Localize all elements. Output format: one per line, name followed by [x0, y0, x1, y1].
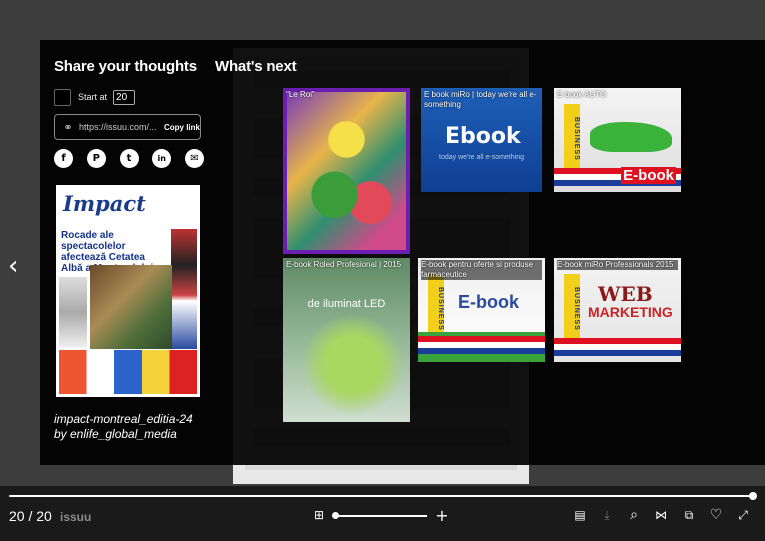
thumb-ebook-text: Ebook — [445, 124, 521, 149]
zoom-slider[interactable] — [332, 512, 427, 519]
cover-main-photo — [90, 265, 172, 349]
cover-masthead: Impact — [59, 188, 197, 218]
thumb-ebook-green: E-book — [458, 292, 519, 312]
previous-page-arrow-icon[interactable]: ‹ — [8, 253, 18, 279]
thumb-web-word: WEB — [598, 282, 653, 306]
next-item-label: E-book AUTO — [557, 90, 607, 99]
facebook-icon[interactable]: f — [54, 149, 73, 168]
whats-next-title: What's next — [215, 58, 297, 75]
thumb-art — [283, 258, 410, 422]
zoom-in-icon[interactable]: + — [433, 506, 451, 525]
pinterest-icon[interactable]: P — [86, 149, 106, 168]
next-item-ebook-miro[interactable]: E book miRo | today we're all e-somethin… — [421, 88, 542, 192]
share-icon[interactable]: ⋈ — [652, 506, 670, 524]
issuu-logo[interactable]: issuu — [60, 510, 91, 524]
share-link-box[interactable]: ⚭ https://issuu.com/... Copy link — [54, 114, 201, 140]
reader-mode-icon[interactable]: ▤ — [571, 506, 589, 524]
page-counter: 20 / 20 — [9, 508, 52, 524]
zoom-slider-knob[interactable] — [332, 512, 339, 519]
next-item-miro-professionals[interactable]: BUSINESS WEB MARKETING E-book miRo Profe… — [554, 258, 681, 362]
next-item-le-roi[interactable]: "Le Roi" — [283, 88, 410, 254]
next-item-label: "Le Roi" — [286, 90, 315, 99]
page-layout-icon[interactable]: ⧉ — [680, 506, 698, 524]
end-of-document-overlay: Share your thoughts What's next Start at… — [40, 40, 765, 465]
thumb-business-band: BUSINESS — [564, 104, 580, 174]
publication-cover[interactable]: Impact Rocade ale spectacolelor afecteaz… — [56, 185, 200, 397]
link-icon: ⚭ — [63, 121, 73, 134]
download-icon[interactable]: ⤓ — [598, 506, 616, 524]
next-item-ebook-auto[interactable]: BUSINESS E-book E-book AUTO — [554, 88, 681, 192]
thumb-ebook-red: E-book — [621, 167, 676, 184]
thumb-business-band: BUSINESS — [564, 274, 580, 344]
thumb-flag — [418, 336, 545, 354]
reader-toolbar: 20 / 20 issuu ⊞ + ▤ ⤓ ⌕ ⋈ ⧉ ♡ ⤢ — [0, 486, 765, 541]
page-progress-bar[interactable] — [9, 492, 757, 500]
cover-left-ads — [59, 277, 87, 347]
next-item-label: E-book Roled Profesional | 2015 — [286, 260, 402, 269]
copy-link-button[interactable]: Copy link — [164, 123, 200, 132]
next-item-label: E-book pentru oferte si produse farmaceu… — [421, 260, 542, 280]
next-item-label: E book miRo | today we're all e-somethin… — [424, 90, 537, 109]
start-at-label: Start at — [78, 92, 108, 102]
thumb-art — [283, 88, 410, 254]
social-share-row: f P t in ✉ — [54, 149, 204, 168]
start-page-input[interactable]: 20 — [113, 89, 136, 105]
email-icon[interactable]: ✉ — [185, 149, 204, 168]
publication-name: impact-montreal_editia-24 — [54, 412, 193, 426]
grid-view-icon[interactable]: ⊞ — [310, 506, 328, 524]
progress-knob[interactable] — [749, 492, 757, 500]
thumb-car — [590, 122, 672, 152]
start-at-checkbox[interactable] — [54, 88, 71, 106]
cover-side-photos — [171, 229, 197, 349]
linkedin-icon[interactable]: in — [152, 149, 172, 168]
publication-author: by enlife_global_media — [54, 427, 177, 441]
thumb-ebook-sub: today we're all e-something — [439, 154, 524, 161]
thumb-led-text: de iluminat LED — [307, 298, 386, 310]
next-item-ebook-farmaceutice[interactable]: BUSINESS E-book E-book pentru oferte si … — [418, 258, 545, 362]
next-item-label: E-book miRo Professionals 2015 — [557, 260, 678, 270]
share-link-text[interactable]: https://issuu.com/... — [79, 122, 161, 132]
like-icon[interactable]: ♡ — [707, 506, 725, 524]
start-at-row: Start at 20 — [54, 88, 136, 106]
fullscreen-icon[interactable]: ⤢ — [734, 506, 752, 524]
twitter-icon[interactable]: t — [119, 149, 139, 168]
share-section-title: Share your thoughts — [54, 58, 197, 75]
publication-title[interactable]: impact-montreal_editia-24 by enlife_glob… — [54, 412, 224, 442]
thumb-flag — [554, 338, 681, 356]
cover-masthead-logo: Impact — [63, 190, 146, 216]
cover-ads-strip — [59, 350, 197, 394]
thumb-marketing-word: MARKETING — [588, 304, 673, 320]
next-item-roled-profesional[interactable]: de iluminat LED E-book Roled Profesional… — [283, 258, 410, 422]
search-icon[interactable]: ⌕ — [625, 506, 643, 524]
